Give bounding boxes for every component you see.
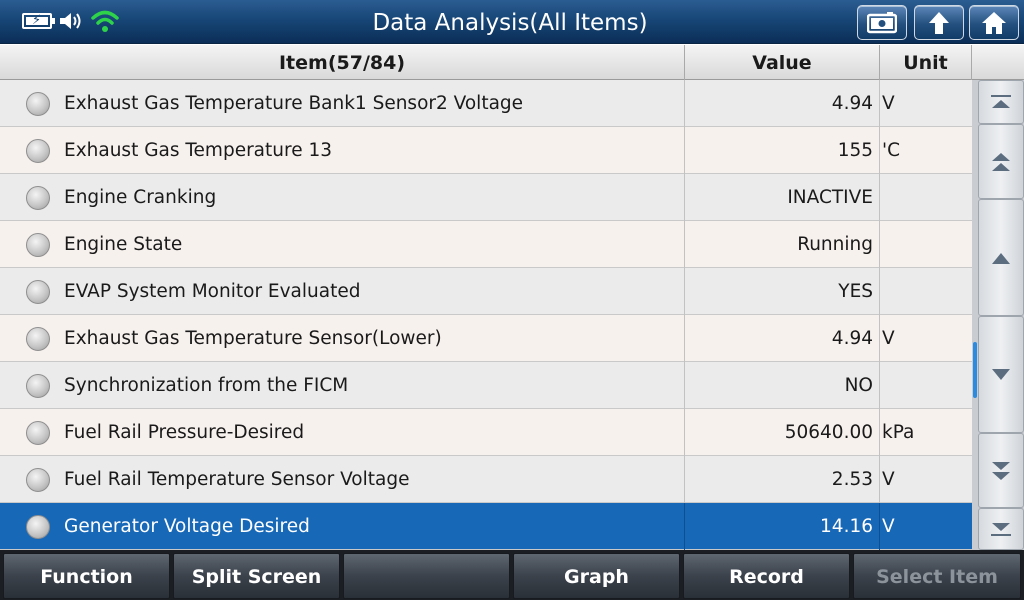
item-name: Fuel Rail Pressure-Desired	[64, 422, 305, 443]
item-name: Engine State	[64, 234, 183, 255]
item-value: 4.94	[831, 328, 873, 349]
battery-charging-icon: ⚡	[22, 13, 55, 29]
screenshot-icon	[867, 11, 897, 33]
scroll-controls	[972, 80, 1024, 550]
item-name: Synchronization from the FICM	[64, 375, 349, 396]
column-header-item: Item(57/84)	[0, 45, 685, 80]
table-row[interactable]: Exhaust Gas Temperature 13 155 'C	[0, 127, 972, 174]
row-indicator-icon	[26, 374, 50, 398]
empty-button[interactable]	[343, 553, 510, 599]
column-header-value: Value	[685, 45, 880, 80]
home-button[interactable]	[969, 5, 1019, 40]
item-name: Exhaust Gas Temperature Bank1 Sensor2 Vo…	[64, 93, 524, 114]
table-row[interactable]: Synchronization from the FICM NO	[0, 362, 972, 409]
table-row[interactable]: Engine Cranking INACTIVE	[0, 174, 972, 221]
row-indicator-icon	[26, 327, 50, 351]
status-icons: ⚡	[22, 9, 120, 33]
page-up-icon	[992, 152, 1010, 171]
top-bar: ⚡ Data Analysis(All Items)	[0, 0, 1024, 44]
item-value: 155	[837, 140, 873, 161]
page-title: Data Analysis(All Items)	[372, 10, 648, 36]
screenshot-button[interactable]	[857, 5, 907, 40]
item-name: EVAP System Monitor Evaluated	[64, 281, 361, 302]
wifi-icon	[91, 10, 119, 32]
item-unit: V	[882, 516, 895, 537]
function-button[interactable]: Function	[3, 553, 170, 599]
table-header: Item(57/84) Value Unit	[0, 45, 1024, 80]
item-value: NO	[844, 375, 873, 396]
table-row[interactable]: Exhaust Gas Temperature Sensor(Lower) 4.…	[0, 315, 972, 362]
item-name: Exhaust Gas Temperature 13	[64, 140, 332, 161]
speaker-icon	[60, 13, 81, 29]
data-table: Exhaust Gas Temperature Bank1 Sensor2 Vo…	[0, 80, 972, 550]
item-name: Generator Voltage Desired	[64, 516, 310, 537]
row-indicator-icon	[26, 468, 50, 492]
select-item-button[interactable]: Select Item	[853, 553, 1021, 599]
graph-button[interactable]: Graph	[513, 553, 680, 599]
page-up-button[interactable]	[978, 124, 1024, 199]
item-value: 4.94	[831, 93, 873, 114]
table-row[interactable]: Fuel Rail Temperature Sensor Voltage 2.5…	[0, 456, 972, 503]
table-row[interactable]: Engine State Running	[0, 221, 972, 268]
table-row[interactable]: EVAP System Monitor Evaluated YES	[0, 268, 972, 315]
row-indicator-icon	[26, 280, 50, 304]
item-value: Running	[797, 234, 873, 255]
function-bar: Function Split Screen Graph Record Selec…	[0, 550, 1024, 600]
item-unit: V	[882, 93, 895, 114]
column-header-unit: Unit	[880, 45, 972, 80]
split-screen-button[interactable]: Split Screen	[173, 553, 340, 599]
back-icon	[929, 11, 949, 34]
down-icon	[992, 368, 1010, 380]
item-name: Engine Cranking	[64, 187, 217, 208]
item-name: Exhaust Gas Temperature Sensor(Lower)	[64, 328, 442, 349]
item-unit: 'C	[882, 140, 901, 161]
item-name: Fuel Rail Temperature Sensor Voltage	[64, 469, 410, 490]
row-indicator-icon	[26, 139, 50, 163]
back-button[interactable]	[914, 5, 964, 40]
scroll-up-button[interactable]	[978, 199, 1024, 316]
row-indicator-icon	[26, 233, 50, 257]
home-icon	[982, 11, 1006, 34]
table-row[interactable]: Fuel Rail Pressure-Desired 50640.00 kPa	[0, 409, 972, 456]
row-indicator-icon	[26, 92, 50, 116]
table-row[interactable]: Exhaust Gas Temperature Bank1 Sensor2 Vo…	[0, 80, 972, 127]
scroll-top-icon	[991, 95, 1011, 108]
up-icon	[992, 252, 1010, 264]
item-unit: kPa	[882, 422, 915, 443]
item-value: INACTIVE	[787, 187, 873, 208]
row-indicator-icon	[26, 186, 50, 210]
page-down-button[interactable]	[978, 433, 1024, 508]
scrollbar-thumb[interactable]	[973, 342, 977, 398]
scroll-top-button[interactable]	[978, 80, 1024, 124]
table-row-selected[interactable]: Generator Voltage Desired 14.16 V	[0, 503, 972, 550]
item-value: 14.16	[820, 516, 873, 537]
item-unit: V	[882, 469, 895, 490]
item-value: 50640.00	[784, 422, 873, 443]
item-value: 2.53	[831, 469, 873, 490]
scroll-bottom-button[interactable]	[978, 508, 1024, 550]
page-down-icon	[992, 461, 1010, 480]
row-indicator-icon	[26, 421, 50, 445]
scroll-down-button[interactable]	[978, 316, 1024, 433]
row-indicator-icon	[26, 515, 50, 539]
item-unit: V	[882, 328, 895, 349]
record-button[interactable]: Record	[683, 553, 850, 599]
scroll-bottom-icon	[991, 523, 1011, 536]
item-value: YES	[838, 281, 873, 302]
